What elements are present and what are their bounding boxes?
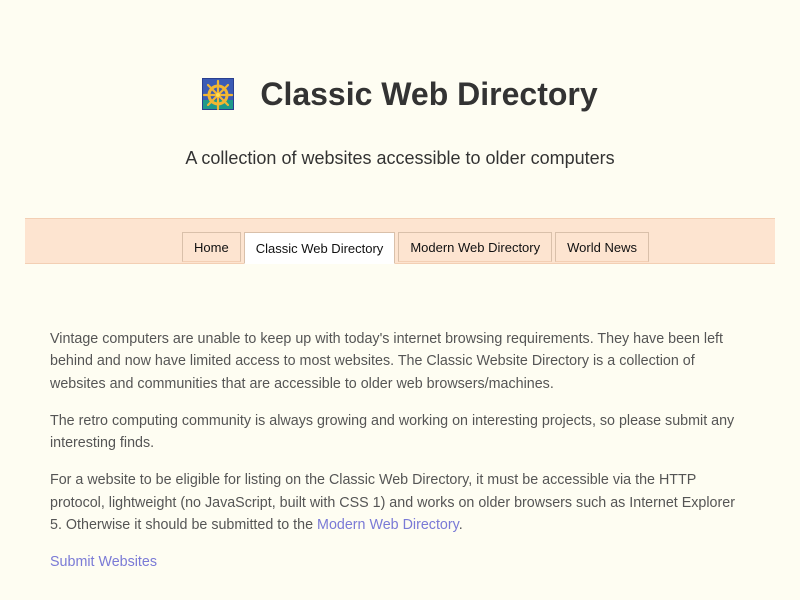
tab-world-news[interactable]: World News <box>555 232 649 262</box>
tab-classic-web-directory[interactable]: Classic Web Directory <box>243 232 396 264</box>
nav-tabs: Home Classic Web Directory Modern Web Di… <box>182 232 649 264</box>
tab-home[interactable]: Home <box>182 232 241 262</box>
page: Classic Web Directory A collection of we… <box>0 0 800 600</box>
site-title: Classic Web Directory <box>260 76 598 112</box>
main-content: Vintage computers are unable to keep up … <box>50 328 750 574</box>
nav-bar: Home Classic Web Directory Modern Web Di… <box>25 218 775 264</box>
community-paragraph: The retro computing community is always … <box>50 412 735 452</box>
submit-websites-link[interactable]: Submit Websites <box>50 551 157 573</box>
intro-paragraph: Vintage computers are unable to keep up … <box>50 331 723 392</box>
eligibility-paragraph: For a website to be eligible for listing… <box>50 469 750 536</box>
site-tagline: A collection of websites accessible to o… <box>185 148 615 168</box>
tab-modern-web-directory[interactable]: Modern Web Directory <box>398 232 553 262</box>
modern-web-directory-link[interactable]: Modern Web Directory <box>317 517 459 533</box>
eligibility-text-end: . <box>458 517 463 534</box>
site-header: Classic Web Directory <box>0 70 800 118</box>
ship-wheel-icon <box>202 78 235 110</box>
